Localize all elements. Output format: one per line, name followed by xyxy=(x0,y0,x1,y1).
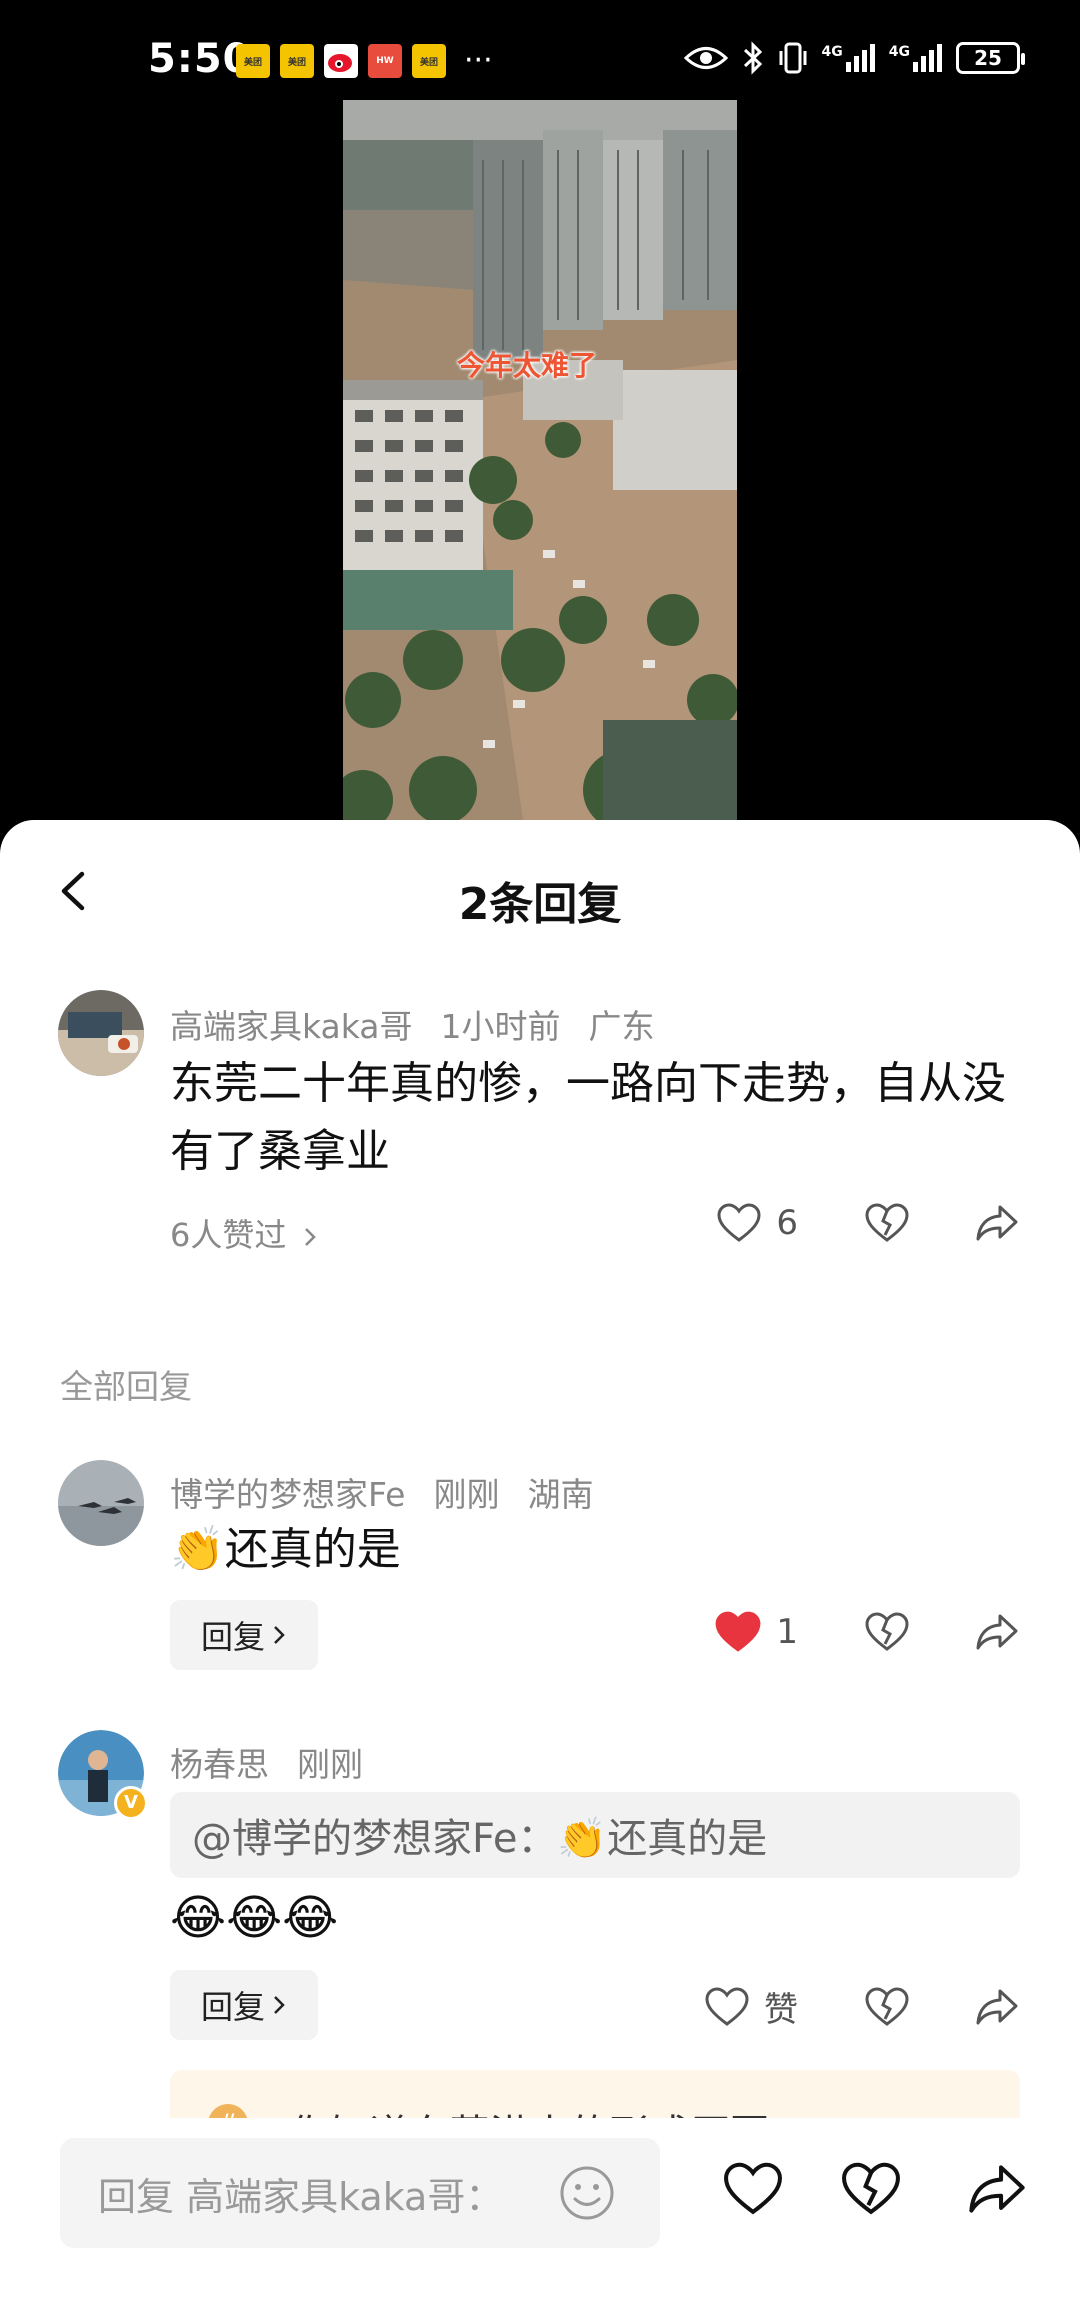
share-button[interactable] xyxy=(974,1202,1020,1244)
reply-actions: 1 xyxy=(714,1610,1020,1654)
comment-actions: 6 xyxy=(716,1202,1020,1244)
comment-time: 1小时前 xyxy=(440,1007,561,1046)
username[interactable]: 高端家具kaka哥 xyxy=(170,1000,413,1048)
share-icon xyxy=(976,1989,1018,2024)
reply-button[interactable]: 回复 xyxy=(170,1970,318,2040)
vibrate-icon xyxy=(779,42,807,74)
reply-time: 刚刚 xyxy=(297,1745,363,1784)
reply-input[interactable]: 回复 高端家具kaka哥： xyxy=(60,2138,660,2248)
all-replies-label: 全部回复 xyxy=(60,1367,192,1406)
reply-button[interactable]: 回复 xyxy=(170,1600,318,1670)
heart-outline-icon xyxy=(717,1203,761,1242)
reply-meta: 杨春思 刚刚 xyxy=(170,1738,363,1786)
username[interactable]: 杨春思 xyxy=(170,1738,269,1786)
liked-by-label: 6人赞过 xyxy=(170,1216,287,1254)
share-icon[interactable] xyxy=(966,2160,1028,2218)
signal-icon: 4G xyxy=(822,44,875,72)
notification-icons: 美团 美团 HW 美团 ··· xyxy=(236,44,493,78)
reply-item: V 杨春思 刚刚 @博学的梦想家Fe：👏还真的是 😂😂😂 回复 赞 xyxy=(0,1730,1080,2060)
like-button[interactable]: 6 xyxy=(716,1202,798,1244)
reply-text: 😂😂😂 xyxy=(170,1890,339,1946)
video-caption: 今年太难了 xyxy=(457,349,598,382)
reply-button-label: 回复 xyxy=(200,1988,265,2026)
network-type-label: 4G xyxy=(821,44,843,60)
bluetooth-icon xyxy=(743,41,762,75)
like-count: 1 xyxy=(776,1612,798,1652)
replies-sheet: 2条回复 高端家具kaka哥 1小时前 广东 东莞二十年真的惨，一路向下走势，自… xyxy=(0,820,1080,2310)
comment-location: 广东 xyxy=(588,1007,655,1046)
share-icon xyxy=(976,1205,1018,1241)
like-button[interactable]: 赞 xyxy=(704,1982,798,2031)
meituan-notification-icon: 美团 xyxy=(236,44,270,78)
emoji-picker-icon[interactable] xyxy=(558,2164,616,2222)
heart-filled-icon xyxy=(715,1611,761,1652)
main-comment: 高端家具kaka哥 1小时前 广东 东莞二十年真的惨，一路向下走势，自从没有了桑… xyxy=(0,990,1080,1290)
reply-input-placeholder: 回复 高端家具kaka哥： xyxy=(98,2174,504,2219)
broken-heart-icon xyxy=(865,1612,909,1651)
like-button[interactable]: 1 xyxy=(714,1610,798,1654)
system-icons: 4G 4G 25 xyxy=(683,40,1025,76)
dislike-button[interactable] xyxy=(864,1986,910,2028)
heart-outline-icon[interactable] xyxy=(722,2160,784,2218)
avatar[interactable] xyxy=(58,990,144,1076)
broken-heart-icon xyxy=(865,1986,909,2026)
verified-badge-icon: V xyxy=(114,1786,148,1820)
chevron-right-icon xyxy=(304,1228,316,1246)
battery-icon: 25 xyxy=(956,42,1025,74)
status-bar: 5:50 美团 美团 HW 美团 ··· 4G 4G 25 xyxy=(0,0,1080,110)
comment-meta: 高端家具kaka哥 1小时前 广东 xyxy=(170,1000,655,1048)
battery-level: 25 xyxy=(974,46,1002,70)
liked-by-link[interactable]: 6人赞过 xyxy=(170,1210,319,1256)
eye-comfort-icon xyxy=(683,47,728,69)
like-label: 赞 xyxy=(764,1990,798,2030)
chevron-right-icon xyxy=(274,1996,285,2014)
comment-text: 东莞二十年真的惨，一路向下走势，自从没有了桑拿业 xyxy=(170,1058,1006,1177)
dislike-button[interactable] xyxy=(864,1611,910,1653)
flood-video-frame xyxy=(343,100,737,820)
weibo-notification-icon xyxy=(324,44,358,78)
signal-icon: 4G xyxy=(889,44,942,72)
dislike-button[interactable] xyxy=(864,1202,910,1244)
avatar[interactable] xyxy=(58,1460,144,1546)
username[interactable]: 博学的梦想家Fe xyxy=(170,1468,405,1516)
share-icon xyxy=(976,1614,1018,1650)
meituan-notification-icon: 美团 xyxy=(280,44,314,78)
reply-text: 👏还真的是 xyxy=(170,1524,401,1575)
reply-location: 湖南 xyxy=(527,1475,594,1514)
more-notifications-icon: ··· xyxy=(464,43,493,78)
bottom-input-bar: 回复 高端家具kaka哥： xyxy=(0,2118,1080,2310)
sheet-header: 2条回复 xyxy=(0,820,1080,970)
heart-outline-icon xyxy=(705,1986,749,2026)
reply-actions: 赞 xyxy=(704,1982,1020,2031)
reply-time: 刚刚 xyxy=(433,1475,500,1514)
huawei-notification-icon: HW xyxy=(368,44,402,78)
broken-heart-icon xyxy=(865,1203,909,1242)
broken-heart-icon[interactable] xyxy=(840,2160,902,2218)
sheet-title: 2条回复 xyxy=(458,879,622,930)
like-count: 6 xyxy=(776,1203,798,1243)
avatar[interactable]: V xyxy=(58,1730,148,1820)
reply-button-label: 回复 xyxy=(200,1618,265,1656)
share-button[interactable] xyxy=(974,1611,1020,1653)
network-type-label: 4G xyxy=(888,44,910,60)
chevron-right-icon xyxy=(274,1626,285,1644)
quoted-reply[interactable]: @博学的梦想家Fe：👏还真的是 xyxy=(170,1792,1020,1878)
meituan-notification-icon: 美团 xyxy=(412,44,446,78)
video-player[interactable]: 今年太难了 xyxy=(343,100,737,820)
reply-item: 博学的梦想家Fe 刚刚 湖南 👏还真的是 回复 1 xyxy=(0,1460,1080,1690)
share-button[interactable] xyxy=(974,1986,1020,2028)
reply-meta: 博学的梦想家Fe 刚刚 湖南 xyxy=(170,1468,593,1516)
